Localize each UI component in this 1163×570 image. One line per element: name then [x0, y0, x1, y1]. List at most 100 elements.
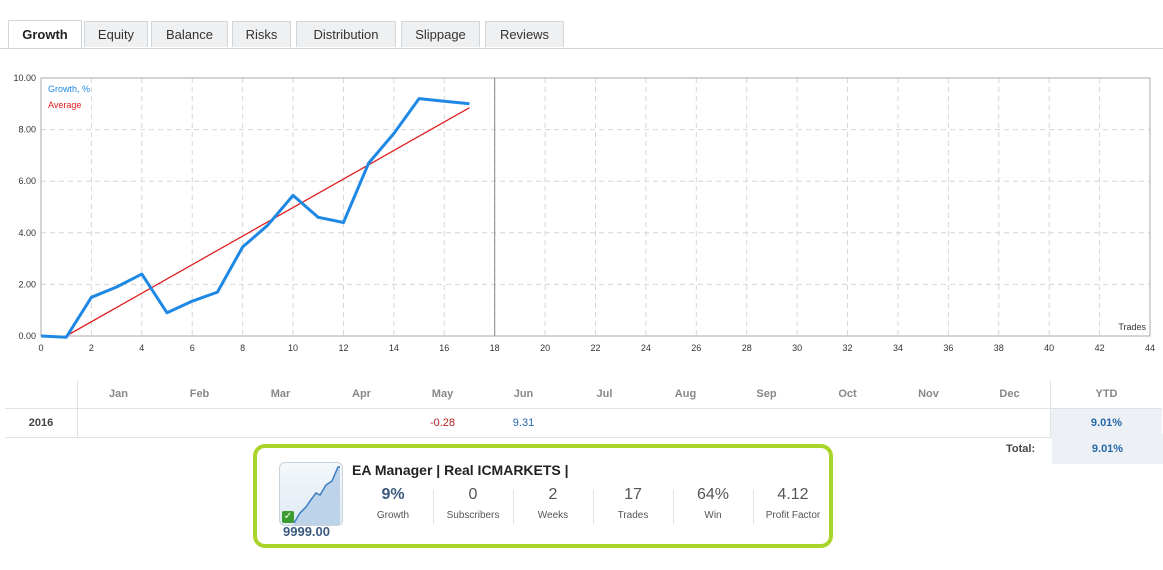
x-tick-label: 0: [38, 343, 43, 353]
month-header: Sep: [726, 380, 807, 409]
tab-growth[interactable]: Growth: [8, 20, 82, 48]
total-label: Total:: [1006, 443, 1036, 455]
month-value: [321, 408, 402, 438]
table-header-row: Jan Feb Mar Apr May Jun Jul Aug Sep Oct …: [5, 380, 1162, 409]
tab-distribution[interactable]: Distribution: [296, 21, 396, 47]
tab-bar: Growth Equity Balance Risks Distribution…: [0, 0, 1163, 49]
y-tick-label: 8.00: [18, 125, 36, 135]
signal-title[interactable]: EA Manager | Real ICMARKETS |: [352, 462, 569, 478]
month-value: [159, 408, 240, 438]
month-header: Mar: [240, 380, 321, 409]
y-tick-label: 6.00: [18, 176, 36, 186]
tab-balance[interactable]: Balance: [151, 21, 228, 47]
y-axis: 0.00 2.00 4.00 6.00 8.00 10.00: [13, 73, 36, 341]
signal-card[interactable]: ✓ 9999.00 EA Manager | Real ICMARKETS | …: [253, 444, 833, 548]
signal-thumbnail[interactable]: ✓: [279, 462, 343, 526]
month-value: [969, 408, 1051, 438]
x-tick-label: 20: [540, 343, 550, 353]
stat-value: 4.12: [777, 486, 809, 503]
growth-series-line: [40, 97, 470, 339]
x-tick-label: 22: [590, 343, 600, 353]
ytd-header: YTD: [1050, 380, 1162, 409]
stat-value: 64%: [696, 486, 730, 503]
stat-value: 2: [548, 486, 558, 503]
x-axis-label: Trades: [1118, 322, 1146, 332]
year-cell: 2016: [5, 408, 78, 438]
month-value: [240, 408, 321, 438]
month-header: Nov: [888, 380, 969, 409]
stat-trades: 17 Trades: [593, 486, 673, 521]
x-tick-label: 16: [439, 343, 449, 353]
stat-profit-factor: 4.12 Profit Factor: [753, 486, 833, 521]
month-header: Jan: [77, 380, 159, 409]
x-tick-label: 42: [1095, 343, 1105, 353]
month-value: [807, 408, 888, 438]
signal-balance: 9999.00: [283, 524, 330, 539]
total-value: 9.01%: [1052, 434, 1163, 464]
check-icon: ✓: [282, 511, 294, 523]
stat-label: Weeks: [537, 510, 569, 521]
legend-average: Average: [48, 100, 81, 110]
average-series-line: [65, 107, 470, 337]
month-value-may: -0.28: [402, 408, 483, 438]
x-tick-label: 40: [1044, 343, 1054, 353]
x-tick-label: 32: [843, 343, 853, 353]
tab-reviews[interactable]: Reviews: [485, 21, 564, 47]
y-tick-label: 4.00: [18, 228, 36, 238]
x-tick-label: 34: [893, 343, 903, 353]
month-header: Feb: [159, 380, 240, 409]
month-value: [77, 408, 159, 438]
x-tick-label: 6: [190, 343, 195, 353]
x-axis: 0 2 4 6 8 10 12 14 16 18 20 22 24 26 28 30 32 34 36 38 40 42 4…: [38, 343, 1155, 353]
x-tick-label: 10: [288, 343, 298, 353]
month-header: Jul: [564, 380, 645, 409]
x-tick-label: 18: [490, 343, 500, 353]
month-value: [564, 408, 645, 438]
month-value: [645, 408, 726, 438]
month-header: Aug: [645, 380, 726, 409]
stat-label: Subscribers: [446, 510, 500, 521]
tab-equity[interactable]: Equity: [84, 21, 148, 47]
monthly-returns-table: Jan Feb Mar Apr May Jun Jul Aug Sep Oct …: [5, 380, 1162, 438]
x-tick-label: 44: [1145, 343, 1155, 353]
x-tick-label: 30: [792, 343, 802, 353]
x-tick-label: 24: [641, 343, 651, 353]
month-header: Jun: [483, 380, 564, 409]
month-header: Dec: [969, 380, 1051, 409]
growth-chart: 0.002.004.006.008.0010.00 0 2 4 6 8 10 12 14 16 1…: [13, 73, 1155, 353]
x-tick-label: 12: [338, 343, 348, 353]
stat-weeks: 2 Weeks: [513, 486, 593, 521]
stat-growth: 9% Growth: [353, 486, 433, 521]
legend-growth: Growth, %: [48, 84, 90, 94]
tab-risks[interactable]: Risks: [232, 21, 291, 47]
stat-label: Win: [704, 510, 722, 521]
x-tick-label: 8: [240, 343, 245, 353]
month-header: May: [402, 380, 483, 409]
y-tick-label: 0.00: [18, 331, 36, 341]
stat-label: Growth: [376, 510, 410, 521]
stat-subscribers: 0 Subscribers: [433, 486, 513, 521]
month-header: Oct: [807, 380, 888, 409]
month-value: [888, 408, 969, 438]
x-tick-label: 4: [139, 343, 144, 353]
stat-win: 64% Win: [673, 486, 753, 521]
stat-value: 17: [624, 486, 642, 503]
month-value: [726, 408, 807, 438]
y-tick-label: 10.00: [13, 73, 36, 83]
month-header: Apr: [321, 380, 402, 409]
month-value-jun: 9.31: [483, 408, 564, 438]
table-row: 2016 -0.28 9.31 9.01%: [5, 408, 1162, 438]
x-tick-label: 26: [691, 343, 701, 353]
table-corner: [5, 380, 78, 409]
x-tick-label: 14: [389, 343, 399, 353]
stat-value: 0: [468, 486, 478, 503]
x-tick-label: 38: [994, 343, 1004, 353]
x-tick-label: 2: [89, 343, 94, 353]
stat-value: 9%: [381, 486, 405, 503]
y-tick-label: 2.00: [18, 279, 36, 289]
tab-slippage[interactable]: Slippage: [401, 21, 480, 47]
x-tick-label: 28: [742, 343, 752, 353]
stat-label: Profit Factor: [765, 510, 821, 521]
x-tick-label: 36: [943, 343, 953, 353]
stat-label: Trades: [617, 510, 649, 521]
